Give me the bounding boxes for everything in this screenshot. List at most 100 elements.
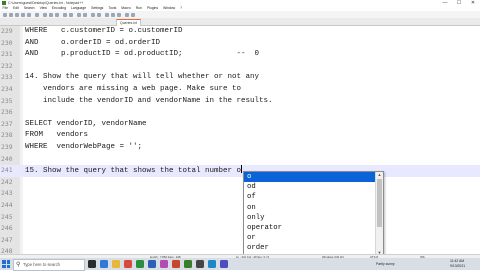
terminal-icon[interactable]	[196, 260, 204, 268]
line-number: 248	[1, 247, 13, 254]
weather-widget[interactable]: Partly sunny	[376, 261, 395, 267]
line-text[interactable]: vendors are missing a web page. Make sur…	[25, 84, 241, 96]
undo-icon[interactable]	[63, 12, 67, 17]
teams-icon[interactable]	[220, 260, 228, 268]
line-number: 241	[1, 166, 13, 175]
task-view-icon[interactable]	[88, 260, 96, 268]
line-number: 229	[1, 27, 13, 35]
zoom-out-icon[interactable]	[97, 12, 101, 17]
search-icon: ⚲	[16, 262, 21, 268]
autocomplete-item[interactable]: on	[244, 203, 375, 213]
line-text[interactable]: SELECT vendorID, vendorName	[25, 119, 147, 131]
code-line[interactable]: 246	[0, 223, 480, 235]
line-number: 230	[1, 38, 13, 47]
new-file-icon[interactable]	[3, 12, 7, 17]
clock-date[interactable]: 9/13/2021	[450, 263, 465, 269]
line-number: 245	[1, 212, 13, 221]
line-text[interactable]: AND o.orderID = od.orderID	[25, 38, 160, 50]
code-line[interactable]: 241 15. Show the query that shows the tot…	[0, 165, 480, 177]
zoom-in-icon[interactable]	[91, 12, 95, 17]
line-text[interactable]: include the vendorID and vendorName in t…	[25, 96, 273, 108]
autocomplete-item[interactable]: od	[244, 182, 375, 192]
line-text[interactable]: WHERE vendorWebPage = '';	[25, 142, 142, 154]
save-all-icon[interactable]	[21, 12, 25, 17]
redo-icon[interactable]	[69, 12, 73, 17]
file-explorer-icon[interactable]	[112, 260, 120, 268]
powerpoint-icon[interactable]	[172, 260, 180, 268]
close-file-icon[interactable]	[27, 12, 31, 17]
line-number: 235	[1, 96, 13, 105]
code-line[interactable]: 229 WHERE c.customerID = o.customerID	[0, 26, 480, 38]
edge-icon[interactable]	[100, 260, 108, 268]
windows-start-icon[interactable]	[2, 260, 10, 268]
show-all-chars-icon[interactable]	[111, 12, 115, 17]
chrome-icon[interactable]	[124, 260, 132, 268]
scroll-up-icon[interactable]: ▲	[376, 172, 383, 178]
find-icon[interactable]	[77, 12, 81, 17]
line-text[interactable]: AND p.productID = od.productID; -- 0	[25, 49, 259, 61]
code-line[interactable]: 232	[0, 61, 480, 73]
line-number: 246	[1, 224, 13, 233]
line-number: 234	[1, 85, 13, 93]
cut-icon[interactable]	[43, 12, 47, 17]
line-number: 239	[1, 143, 13, 151]
tab-bar: Queries.txt	[0, 18, 480, 26]
notepadpp-taskbar-icon[interactable]	[184, 260, 192, 268]
code-line[interactable]: 247	[0, 235, 480, 247]
paste-icon[interactable]	[55, 12, 59, 17]
code-line[interactable]: 230 AND o.orderID = od.orderID	[0, 38, 480, 50]
line-number: 242	[1, 177, 13, 186]
onenote-icon[interactable]	[160, 260, 168, 268]
tab-queries[interactable]: Queries.txt	[116, 19, 141, 26]
autocomplete-item[interactable]: o	[244, 172, 375, 183]
line-number: 236	[1, 108, 13, 117]
code-line[interactable]: 238 FROM vendors	[0, 130, 480, 142]
autocomplete-item[interactable]: operator	[244, 223, 375, 233]
line-number: 244	[1, 201, 13, 209]
code-line[interactable]: 245	[0, 212, 480, 224]
copy-icon[interactable]	[49, 12, 53, 17]
code-line[interactable]: 231 AND p.productID = od.productID; -- 0	[0, 49, 480, 61]
line-number: 238	[1, 131, 13, 140]
text-caret	[241, 165, 242, 174]
line-text[interactable]: FROM vendors	[25, 130, 88, 142]
word-wrap-icon[interactable]	[105, 12, 109, 17]
code-line[interactable]: 234 vendors are missing a web page. Make…	[0, 84, 480, 96]
outlook-icon[interactable]	[208, 260, 216, 268]
indent-guide-icon[interactable]	[117, 12, 121, 17]
autocomplete-item[interactable]: or	[244, 233, 375, 243]
editor[interactable]: 229 WHERE c.customerID = o.customerID 230 A…	[0, 26, 480, 254]
code-line[interactable]: 240	[0, 154, 480, 166]
autocomplete-item[interactable]: of	[244, 192, 375, 202]
autocomplete-item[interactable]: order	[244, 243, 375, 253]
excel-icon[interactable]	[136, 260, 144, 268]
record-macro-icon[interactable]	[125, 12, 129, 17]
code-line[interactable]: 233 14. Show the query that will tell whe…	[0, 72, 480, 84]
open-file-icon[interactable]	[9, 12, 13, 17]
replace-icon[interactable]	[83, 12, 87, 17]
code-line[interactable]: 248	[0, 246, 480, 254]
search-placeholder: Type here to search	[23, 262, 61, 267]
scrollbar-thumb[interactable]	[377, 179, 382, 227]
code-line[interactable]: 243	[0, 188, 480, 200]
taskbar-search[interactable]: ⚲ Type here to search	[13, 259, 85, 271]
code-line[interactable]: 236	[0, 107, 480, 119]
code-line[interactable]: 235 include the vendorID and vendorName …	[0, 96, 480, 108]
code-line[interactable]: 237 SELECT vendorID, vendorName	[0, 119, 480, 131]
code-line[interactable]: 242	[0, 177, 480, 189]
save-icon[interactable]	[15, 12, 19, 17]
line-number: 232	[1, 61, 13, 70]
line-text[interactable]: WHERE c.customerID = o.customerID	[25, 26, 183, 38]
line-number: 240	[1, 154, 13, 163]
code-line[interactable]: 244	[0, 200, 480, 212]
autocomplete-item[interactable]: only	[244, 213, 375, 223]
autocomplete-popup[interactable]: oodofononlyoperatorororderorderDetailQua…	[243, 171, 384, 254]
line-text[interactable]: 14. Show the query that will tell whethe…	[25, 72, 259, 84]
print-icon[interactable]	[35, 12, 39, 17]
code-line[interactable]: 239 WHERE vendorWebPage = '';	[0, 142, 480, 154]
word-icon[interactable]	[148, 260, 156, 268]
play-macro-icon[interactable]	[131, 12, 135, 17]
line-number: 243	[1, 189, 13, 198]
taskbar: ⚲ Type here to search Partly sunny 11:42…	[0, 258, 480, 271]
autocomplete-scrollbar[interactable]: ▲ ▼	[375, 172, 383, 254]
